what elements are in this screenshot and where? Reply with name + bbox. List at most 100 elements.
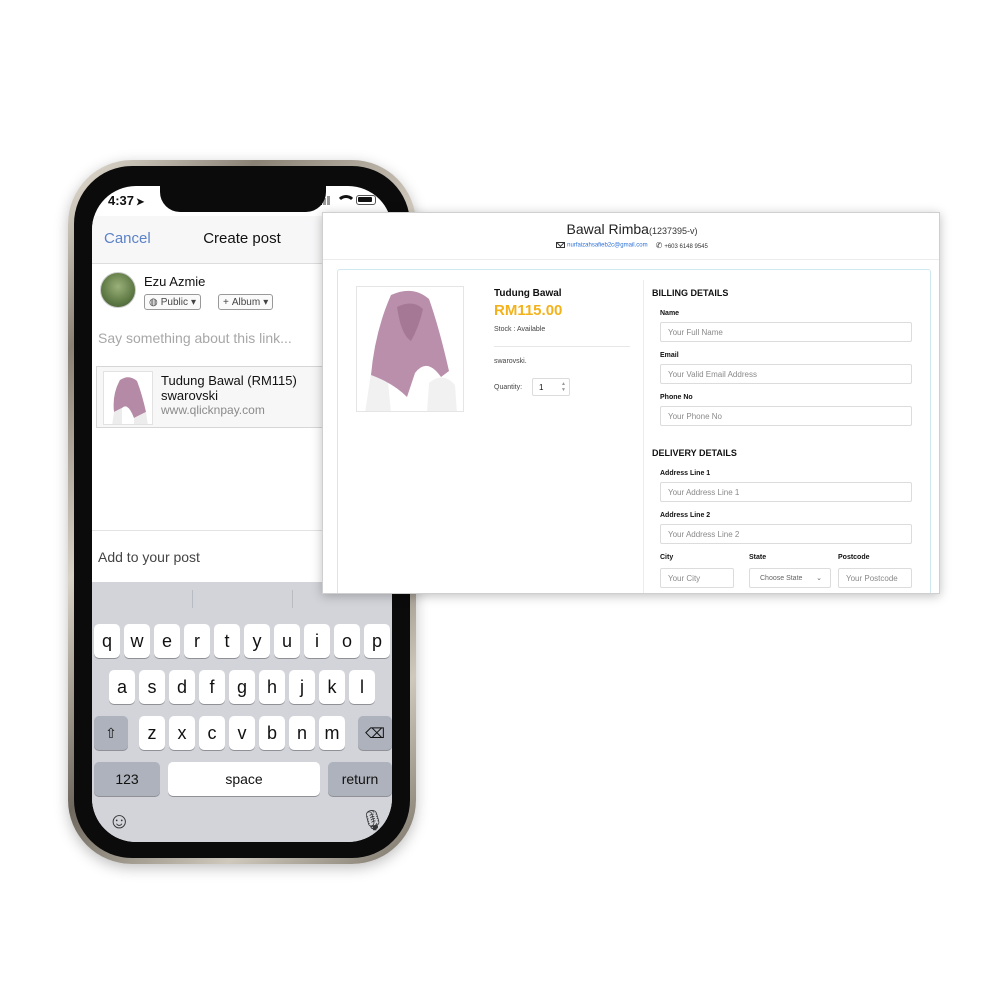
city-label: City <box>660 554 674 561</box>
link-thumbnail <box>103 371 153 425</box>
phone-notch <box>160 186 326 212</box>
wifi-icon <box>336 195 356 205</box>
caret-down-icon: ▾ <box>190 296 197 308</box>
key-p[interactable]: p <box>364 624 390 658</box>
key-g[interactable]: g <box>229 670 255 704</box>
product-image <box>356 286 464 412</box>
link-title: Tudung Bawal (RM115) <box>161 373 297 388</box>
caret-down-icon: ▾ <box>263 296 269 308</box>
product-description: swarovski. <box>494 358 527 365</box>
key-x[interactable]: x <box>169 716 195 750</box>
album-selector[interactable]: + Album ▾ <box>218 294 274 310</box>
phone-field[interactable]: Your Phone No <box>660 406 912 426</box>
key-i[interactable]: i <box>304 624 330 658</box>
key-t[interactable]: t <box>214 624 240 658</box>
key-y[interactable]: y <box>244 624 270 658</box>
user-name: Ezu Azmie <box>144 274 206 289</box>
column-divider <box>643 280 644 593</box>
quantity-label: Quantity: <box>494 384 523 391</box>
product-stock: Stock : Available <box>494 326 546 333</box>
address2-label: Address Line 2 <box>660 512 711 519</box>
album-label: Album <box>231 296 261 308</box>
mail-icon <box>556 242 566 249</box>
name-field[interactable]: Your Full Name <box>660 322 912 342</box>
shop-email[interactable]: nurfaizahsafieb2c@gmail.com <box>567 243 647 249</box>
shop-registration: (1237395-v) <box>648 226 698 236</box>
address1-field[interactable]: Your Address Line 1 <box>660 482 912 502</box>
emoji-icon[interactable]: ☺ <box>108 808 130 834</box>
postcode-field[interactable]: Your Postcode <box>838 568 912 588</box>
email-field[interactable]: Your Valid Email Address <box>660 364 912 384</box>
email-label: Email <box>660 352 679 359</box>
numbers-key[interactable]: 123 <box>94 762 160 796</box>
link-url: www.qlicknpay.com <box>161 403 265 417</box>
ios-keyboard: qwertyuiop asdfghjkl zxcvbnm ⇧ ⌫ 123 spa… <box>92 582 392 842</box>
chevron-down-icon: ⌄ <box>816 575 822 582</box>
stepper-arrows-icon[interactable]: ▲ ▼ <box>561 381 566 393</box>
key-b[interactable]: b <box>259 716 285 750</box>
key-a[interactable]: a <box>109 670 135 704</box>
shop-contact: nurfaizahsafieb2c@gmail.com ✆ +603 6148 9… <box>323 241 939 250</box>
return-key[interactable]: return <box>328 762 392 796</box>
product-price: RM115.00 <box>494 302 563 319</box>
post-text-input[interactable]: Say something about this link... <box>98 330 292 346</box>
address1-label: Address Line 1 <box>660 470 711 477</box>
shift-key[interactable]: ⇧ <box>94 716 128 750</box>
header-divider <box>323 259 939 260</box>
phone-label: Phone No <box>660 394 693 401</box>
delivery-title: DELIVERY DETAILS <box>652 448 737 458</box>
audience-label: Public <box>160 296 188 308</box>
checkout-page: Bawal Rimba(1237395-v) nurfaizahsafieb2c… <box>322 212 940 594</box>
key-f[interactable]: f <box>199 670 225 704</box>
key-d[interactable]: d <box>169 670 195 704</box>
quantity-value: 1 <box>539 383 544 392</box>
key-e[interactable]: e <box>154 624 180 658</box>
location-arrow-icon: ➤ <box>136 197 145 208</box>
add-to-post-label: Add to your post <box>98 549 200 565</box>
link-subtitle: swarovski <box>161 388 219 403</box>
key-n[interactable]: n <box>289 716 315 750</box>
composite-stage: 4:37 ➤ Cancel Create post Ezu Azmie ◍ Pub… <box>0 0 1000 1000</box>
key-r[interactable]: r <box>184 624 210 658</box>
microphone-icon[interactable]: 🎙 <box>360 808 385 833</box>
avatar <box>100 272 136 308</box>
key-m[interactable]: m <box>319 716 345 750</box>
state-select[interactable]: Choose State ⌄ <box>749 568 831 588</box>
key-v[interactable]: v <box>229 716 255 750</box>
address2-field[interactable]: Your Address Line 2 <box>660 524 912 544</box>
suggestion-divider <box>192 590 193 608</box>
status-time: 4:37 ➤ <box>108 193 145 208</box>
key-h[interactable]: h <box>259 670 285 704</box>
shop-phone: +603 6148 9545 <box>664 244 708 250</box>
key-j[interactable]: j <box>289 670 315 704</box>
city-field[interactable]: Your City <box>660 568 734 588</box>
space-key[interactable]: space <box>168 762 320 796</box>
shop-name: Bawal Rimba <box>566 221 649 237</box>
key-c[interactable]: c <box>199 716 225 750</box>
globe-icon: ◍ <box>149 296 158 308</box>
suggestion-divider <box>292 590 293 608</box>
backspace-key[interactable]: ⌫ <box>358 716 392 750</box>
key-u[interactable]: u <box>274 624 300 658</box>
key-l[interactable]: l <box>349 670 375 704</box>
billing-title: BILLING DETAILS <box>652 288 729 298</box>
battery-icon <box>356 195 376 205</box>
phone-icon: ✆ <box>655 241 663 250</box>
name-label: Name <box>660 310 680 317</box>
product-divider <box>494 346 630 347</box>
key-z[interactable]: z <box>139 716 165 750</box>
plus-icon: + <box>223 296 229 308</box>
key-w[interactable]: w <box>124 624 150 658</box>
audience-selector[interactable]: ◍ Public ▾ <box>144 294 202 310</box>
state-selected-value: Choose State <box>760 575 803 582</box>
product-name: Tudung Bawal <box>494 288 562 299</box>
shop-title: Bawal Rimba(1237395-v) <box>323 221 939 237</box>
key-k[interactable]: k <box>319 670 345 704</box>
key-s[interactable]: s <box>139 670 165 704</box>
key-o[interactable]: o <box>334 624 360 658</box>
postcode-label: Postcode <box>838 554 870 561</box>
state-label: State <box>749 554 767 561</box>
quantity-stepper[interactable]: 1 ▲ ▼ <box>532 378 570 396</box>
checkout-card: Tudung Bawal RM115.00 Stock : Available … <box>337 269 931 593</box>
key-q[interactable]: q <box>94 624 120 658</box>
